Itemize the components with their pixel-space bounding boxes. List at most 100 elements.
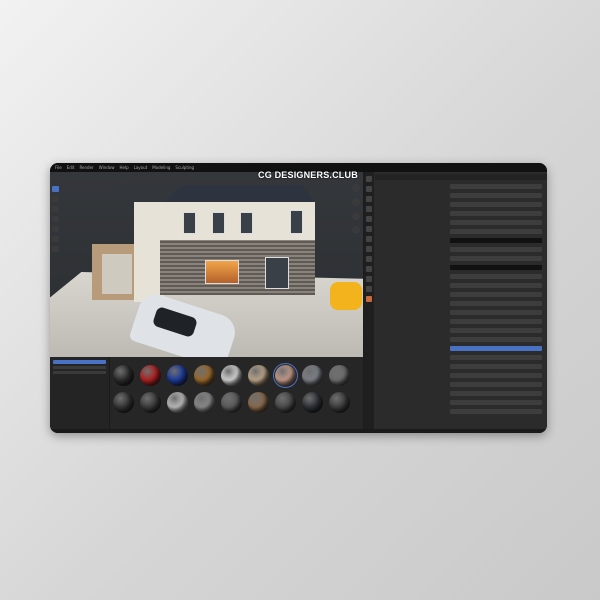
property-row xyxy=(377,382,542,387)
property-field[interactable] xyxy=(450,337,542,342)
asset-library-panel xyxy=(50,357,110,433)
material-thumbnail[interactable] xyxy=(192,392,217,413)
material-sphere xyxy=(329,392,350,413)
property-field[interactable] xyxy=(450,391,542,396)
output-icon[interactable] xyxy=(366,196,372,202)
property-row xyxy=(377,328,542,333)
property-field[interactable] xyxy=(450,229,542,234)
property-row xyxy=(377,265,542,270)
property-field[interactable] xyxy=(450,328,542,333)
material-thumbnail[interactable] xyxy=(165,365,190,386)
material-thumbnail[interactable] xyxy=(246,392,271,413)
camera-icon[interactable] xyxy=(352,226,360,234)
property-row xyxy=(377,238,542,243)
material-thumbnail[interactable] xyxy=(111,392,136,413)
window-upper-1 xyxy=(183,212,196,234)
modifier-icon[interactable] xyxy=(366,246,372,252)
property-field[interactable] xyxy=(450,319,542,324)
asset-browser xyxy=(50,357,363,433)
library-item[interactable] xyxy=(53,366,106,369)
property-field[interactable] xyxy=(450,346,542,351)
material-thumbnail[interactable] xyxy=(300,365,325,386)
property-field[interactable] xyxy=(450,355,542,360)
material-thumbnail[interactable] xyxy=(219,365,244,386)
material-thumbnail[interactable] xyxy=(192,365,217,386)
property-field[interactable] xyxy=(450,382,542,387)
property-row xyxy=(377,229,542,234)
garage-door xyxy=(102,254,132,294)
property-field[interactable] xyxy=(450,400,542,405)
material-sphere xyxy=(113,392,134,413)
property-field[interactable] xyxy=(450,310,542,315)
property-field[interactable] xyxy=(450,283,542,288)
scale-icon[interactable] xyxy=(52,216,59,222)
axis-gizmo-icon[interactable] xyxy=(352,184,360,192)
cursor-icon[interactable] xyxy=(52,186,59,192)
measure-icon[interactable] xyxy=(52,246,59,252)
data-icon[interactable] xyxy=(366,286,372,292)
property-field[interactable] xyxy=(450,373,542,378)
material-thumbnail[interactable] xyxy=(138,392,163,413)
physics-icon[interactable] xyxy=(366,266,372,272)
menu-item[interactable]: Sculpting xyxy=(175,165,194,170)
property-field[interactable] xyxy=(450,256,542,261)
material-thumbnail[interactable] xyxy=(138,365,163,386)
property-field[interactable] xyxy=(450,292,542,297)
property-field[interactable] xyxy=(450,247,542,252)
scene-icon[interactable] xyxy=(366,216,372,222)
material-thumbnail[interactable] xyxy=(273,363,298,388)
menu-item[interactable]: Help xyxy=(119,165,128,170)
material-thumbnail[interactable] xyxy=(327,365,352,386)
menu-item[interactable]: Layout xyxy=(134,165,148,170)
3d-viewport[interactable] xyxy=(50,172,363,357)
transform-icon[interactable] xyxy=(52,226,59,232)
property-field[interactable] xyxy=(450,238,542,243)
material-thumbnail[interactable] xyxy=(273,392,298,413)
annotate-icon[interactable] xyxy=(52,236,59,242)
property-field[interactable] xyxy=(450,202,542,207)
property-row xyxy=(377,409,542,414)
object-icon[interactable] xyxy=(366,236,372,242)
material-thumbnail[interactable] xyxy=(246,365,271,386)
constraints-icon[interactable] xyxy=(366,276,372,282)
material-thumbnail[interactable] xyxy=(111,365,136,386)
zoom-icon[interactable] xyxy=(352,198,360,206)
world-icon[interactable] xyxy=(366,226,372,232)
material-icon[interactable] xyxy=(366,296,372,302)
property-field[interactable] xyxy=(450,211,542,216)
property-field[interactable] xyxy=(450,193,542,198)
property-row xyxy=(377,193,542,198)
material-sphere xyxy=(221,392,242,413)
menu-item[interactable]: Modeling xyxy=(152,165,170,170)
menu-item[interactable]: File xyxy=(55,165,62,170)
library-item[interactable] xyxy=(53,371,106,374)
property-row xyxy=(377,337,542,342)
property-field[interactable] xyxy=(450,184,542,189)
menu-item[interactable]: Render xyxy=(79,165,93,170)
material-thumbnail[interactable] xyxy=(165,392,190,413)
library-selected-item[interactable] xyxy=(53,360,106,364)
material-thumbnail[interactable] xyxy=(219,392,244,413)
property-field[interactable] xyxy=(450,364,542,369)
material-thumbnail[interactable] xyxy=(327,392,352,413)
property-field[interactable] xyxy=(450,220,542,225)
property-field[interactable] xyxy=(450,409,542,414)
window-upper-3 xyxy=(240,212,253,234)
material-thumbnail[interactable] xyxy=(300,392,325,413)
view-layer-icon[interactable] xyxy=(366,206,372,212)
property-field[interactable] xyxy=(450,265,542,270)
property-row xyxy=(377,184,542,189)
hand-icon[interactable] xyxy=(352,212,360,220)
property-row xyxy=(377,211,542,216)
property-field[interactable] xyxy=(450,274,542,279)
menu-item[interactable]: Edit xyxy=(67,165,75,170)
tool-icon[interactable] xyxy=(366,176,372,182)
particles-icon[interactable] xyxy=(366,256,372,262)
rotate-icon[interactable] xyxy=(52,206,59,212)
render-icon[interactable] xyxy=(366,186,372,192)
property-field[interactable] xyxy=(450,301,542,306)
move-icon[interactable] xyxy=(52,196,59,202)
property-row xyxy=(377,292,542,297)
menu-item[interactable]: Window xyxy=(99,165,115,170)
property-row xyxy=(377,256,542,261)
